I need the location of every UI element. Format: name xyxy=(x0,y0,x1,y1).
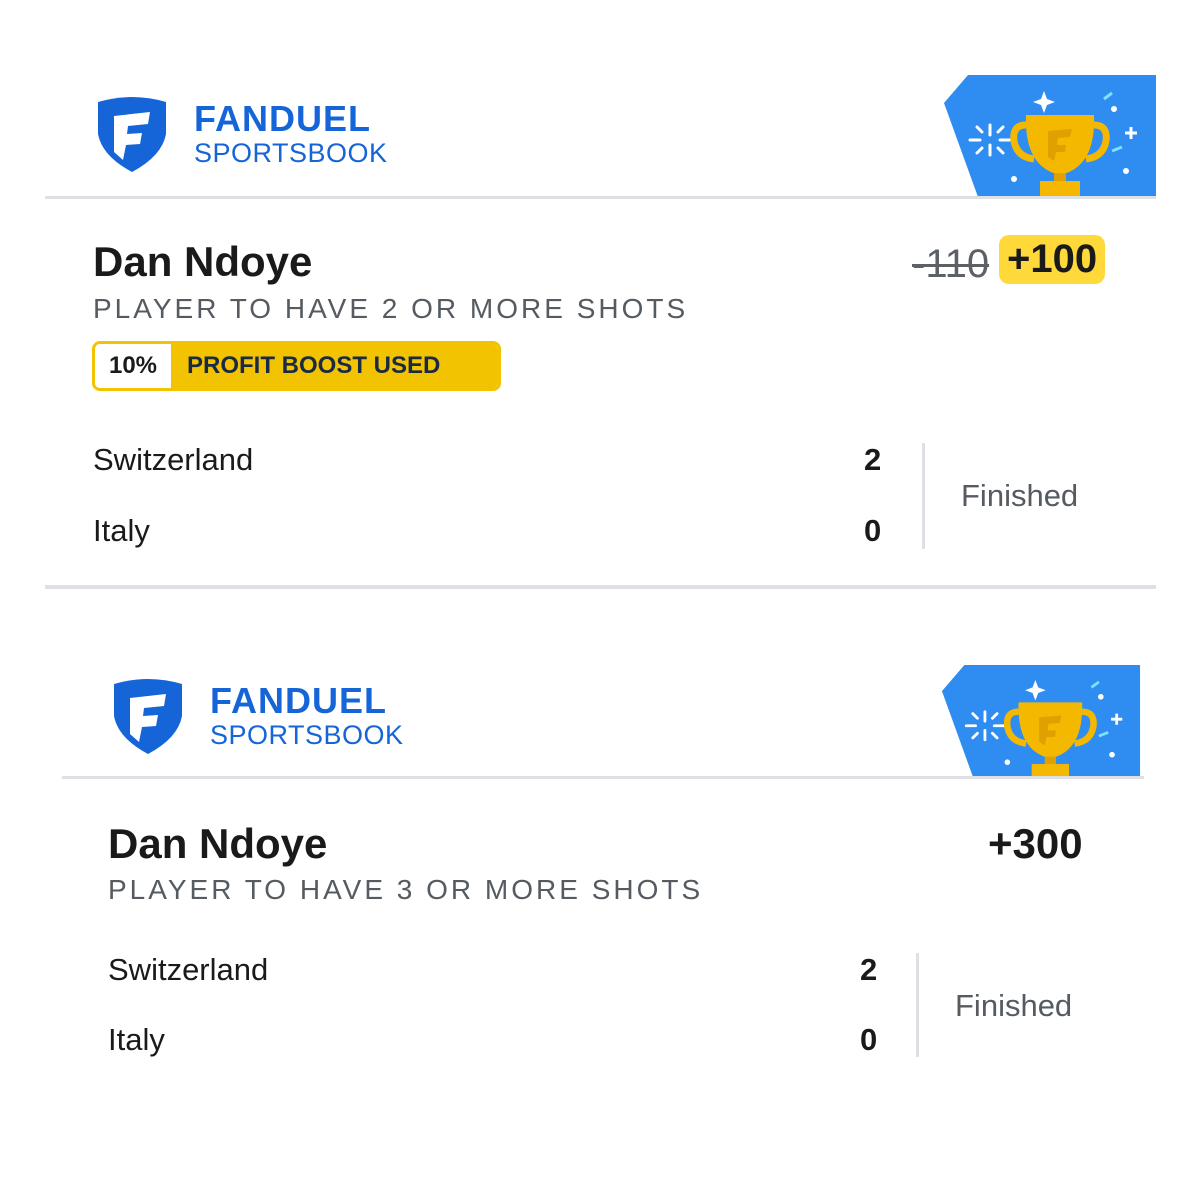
fanduel-logo: FANDUEL SPORTSBOOK xyxy=(92,94,388,174)
boost-label: PROFIT BOOST USED xyxy=(171,344,498,388)
fanduel-logo: FANDUEL SPORTSBOOK xyxy=(108,676,404,756)
trophy-badge xyxy=(941,665,1141,779)
player-name: Dan Ndoye xyxy=(108,820,328,867)
brand-name: FANDUEL xyxy=(210,680,387,721)
score-away: 0 xyxy=(864,513,882,548)
odds: +300 xyxy=(988,820,1083,867)
score-divider xyxy=(922,443,925,549)
brand-name: FANDUEL xyxy=(194,98,371,139)
bet-card-2: FANDUEL SPORTSBOOK Dan Ndoye PLAYER TO H xyxy=(0,600,1200,1200)
team-home: Switzerland xyxy=(93,442,254,477)
header-divider xyxy=(45,196,1156,199)
team-home: Switzerland xyxy=(108,952,269,987)
game-status: Finished xyxy=(961,478,1079,513)
card-bottom-divider xyxy=(45,585,1156,589)
header-divider xyxy=(62,776,1144,779)
score-divider xyxy=(916,953,919,1057)
score-home: 2 xyxy=(864,442,882,477)
boosted-odds: +100 xyxy=(999,235,1106,284)
score-away: 0 xyxy=(860,1022,878,1057)
score-home: 2 xyxy=(860,952,878,987)
market-description: PLAYER TO HAVE 3 OR MORE SHOTS xyxy=(108,874,704,905)
team-away: Italy xyxy=(93,513,150,548)
boost-percent: 10% xyxy=(95,344,171,388)
brand-subname: SPORTSBOOK xyxy=(210,720,404,750)
fanduel-shield-icon xyxy=(114,679,182,754)
fanduel-shield-icon xyxy=(98,97,166,172)
market-description: PLAYER TO HAVE 2 OR MORE SHOTS xyxy=(93,293,689,324)
original-odds: -110 xyxy=(912,242,990,286)
trophy-badge xyxy=(944,75,1156,197)
player-name: Dan Ndoye xyxy=(93,238,313,285)
bet-card-1: FANDUEL SPORTSBOOK Dan Ndoye PLAYER TO H xyxy=(0,0,1200,600)
game-status: Finished xyxy=(955,988,1073,1023)
team-away: Italy xyxy=(108,1022,165,1057)
profit-boost-badge: 10% PROFIT BOOST USED xyxy=(92,341,501,391)
brand-subname: SPORTSBOOK xyxy=(194,138,388,168)
